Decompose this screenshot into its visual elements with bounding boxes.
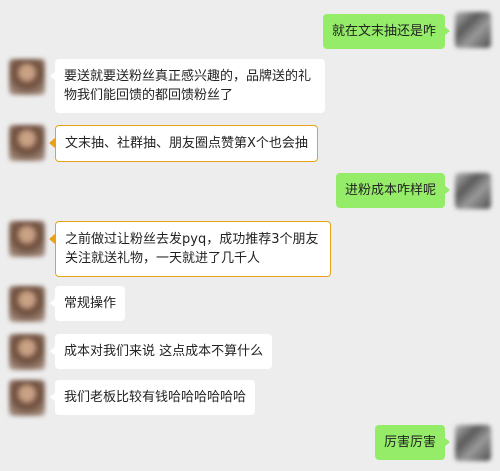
message-bubble-incoming-highlighted[interactable]: 之前做过让粉丝去发pyq，成功推荐3个朋友关注就送礼物，一天就进了几千人 [49, 221, 331, 277]
friend-avatar[interactable] [9, 380, 45, 416]
friend-avatar[interactable] [9, 286, 45, 322]
message-bubble-incoming[interactable]: 常规操作 [49, 286, 126, 321]
message-bubble-incoming[interactable]: 我们老板比较有钱哈哈哈哈哈哈 [49, 380, 256, 415]
my-avatar[interactable] [455, 12, 491, 48]
message-bubble-outgoing[interactable]: 就在文末抽还是咋 [322, 14, 451, 49]
my-avatar[interactable] [455, 425, 491, 461]
friend-avatar[interactable] [9, 59, 45, 95]
chat-thread[interactable]: 就在文末抽还是咋 要送就要送粉丝真正感兴趣的，品牌送的礼物我们能回馈的都回馈粉丝… [0, 0, 500, 471]
friend-avatar[interactable] [9, 221, 45, 257]
message-bubble-outgoing[interactable]: 厉害厉害 [374, 425, 451, 460]
friend-avatar[interactable] [9, 125, 45, 161]
my-avatar[interactable] [455, 173, 491, 209]
message-bubble-incoming[interactable]: 要送就要送粉丝真正感兴趣的，品牌送的礼物我们能回馈的都回馈粉丝了 [50, 59, 325, 113]
message-bubble-incoming-highlighted[interactable]: 文末抽、社群抽、朋友圈点赞第X个也会抽 [49, 125, 318, 162]
message-bubble-incoming[interactable]: 成本对我们来说 这点成本不算什么 [49, 334, 273, 369]
message-bubble-outgoing[interactable]: 进粉成本咋样呢 [335, 173, 451, 208]
friend-avatar[interactable] [9, 334, 45, 370]
